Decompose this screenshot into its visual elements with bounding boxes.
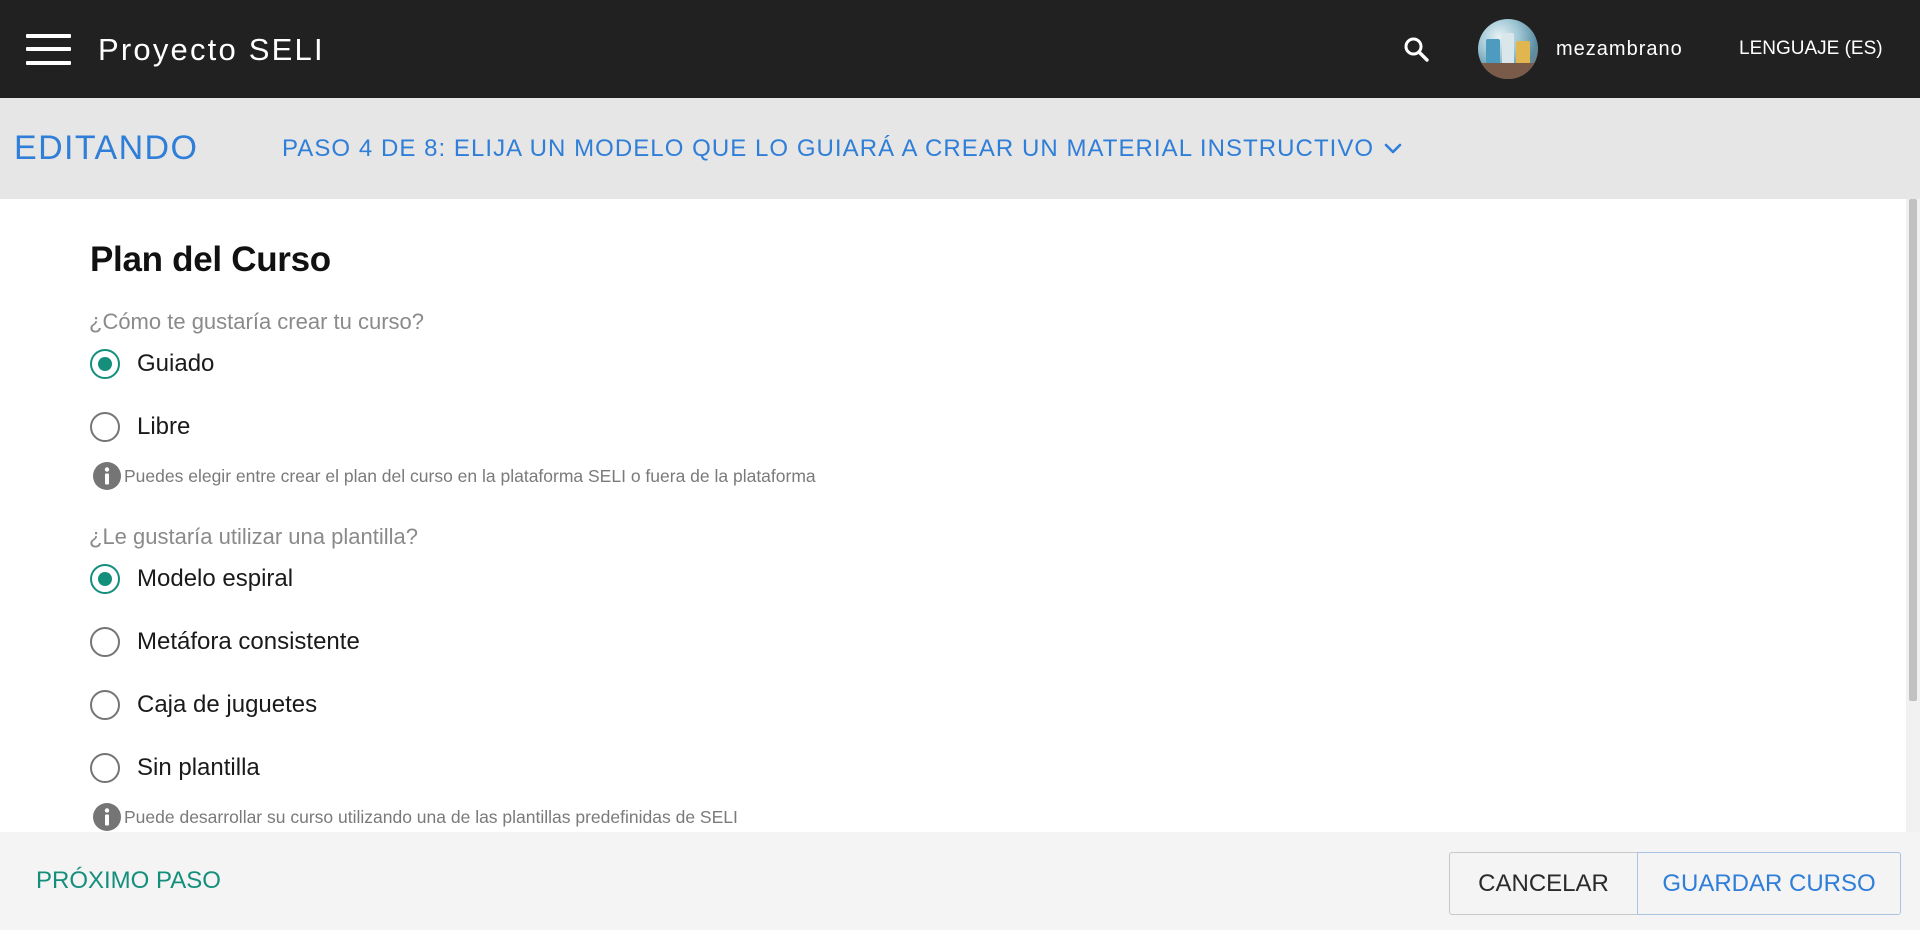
cancel-button[interactable]: CANCELAR <box>1449 852 1638 915</box>
next-step-link[interactable]: PRÓXIMO PASO <box>36 866 221 896</box>
search-icon[interactable] <box>1401 34 1433 66</box>
radio-option-caja-de-juguetes[interactable]: Caja de juguetes <box>90 689 317 721</box>
radio-option-libre[interactable]: Libre <box>90 411 190 443</box>
radio-checked-icon[interactable] <box>90 564 120 594</box>
app-title: Proyecto SELI <box>98 32 325 67</box>
scrollbar-thumb[interactable] <box>1909 199 1917 701</box>
hamburger-menu-icon[interactable] <box>26 34 71 66</box>
helper-text: Puede desarrollar su curso utilizando un… <box>124 807 738 827</box>
avatar[interactable] <box>1478 19 1538 79</box>
radio-label: Guiado <box>137 350 215 377</box>
radio-option-guiado[interactable]: Guiado <box>90 348 214 380</box>
radio-label: Metáfora consistente <box>137 628 360 655</box>
radio-label: Libre <box>137 413 191 440</box>
language-button[interactable]: LENGUAJE (ES) <box>1739 36 1883 62</box>
section-title: Plan del Curso <box>90 240 331 279</box>
template-help: Puede desarrollar su curso utilizando un… <box>92 802 738 832</box>
radio-label: Caja de juguetes <box>137 691 318 718</box>
step-selector[interactable]: PASO 4 DE 8: ELIJA UN MODELO QUE LO GUIA… <box>282 134 1404 164</box>
radio-unchecked-icon[interactable] <box>90 627 120 657</box>
app-bar: Proyecto SELI mezambrano LENGUAJE (ES) <box>0 0 1920 98</box>
radio-option-modelo-espiral[interactable]: Modelo espiral <box>90 563 293 595</box>
helper-text: Puedes elegir entre crear el plan del cu… <box>124 466 816 486</box>
creation-help: Puedes elegir entre crear el plan del cu… <box>92 461 816 491</box>
radio-label: Modelo espiral <box>137 565 294 592</box>
editing-label: EDITANDO <box>14 129 199 167</box>
template-question: ¿Le gustaría utilizar una plantilla? <box>89 524 418 549</box>
content-scrollbar[interactable] <box>1906 199 1920 832</box>
username[interactable]: mezambrano <box>1556 36 1683 62</box>
info-icon <box>93 462 121 490</box>
course-plan-panel: Plan del Curso ¿Cómo te gustaría crear t… <box>0 199 1906 832</box>
radio-unchecked-icon[interactable] <box>90 412 120 442</box>
radio-option-metafora-consistente[interactable]: Metáfora consistente <box>90 626 360 658</box>
chevron-down-icon <box>1384 143 1402 154</box>
save-course-button[interactable]: GUARDAR CURSO <box>1637 852 1901 915</box>
footer-bar: PRÓXIMO PASO CANCELAR GUARDAR CURSO <box>0 832 1920 930</box>
step-label: PASO 4 DE 8: ELIJA UN MODELO QUE LO GUIA… <box>282 135 1375 162</box>
creation-question: ¿Cómo te gustaría crear tu curso? <box>89 309 425 334</box>
radio-unchecked-icon[interactable] <box>90 753 120 783</box>
info-icon <box>93 803 121 831</box>
radio-option-sin-plantilla[interactable]: Sin plantilla <box>90 752 260 784</box>
radio-checked-icon[interactable] <box>90 349 120 379</box>
step-bar: EDITANDO PASO 4 DE 8: ELIJA UN MODELO QU… <box>0 98 1920 199</box>
radio-label: Sin plantilla <box>137 754 260 781</box>
radio-unchecked-icon[interactable] <box>90 690 120 720</box>
